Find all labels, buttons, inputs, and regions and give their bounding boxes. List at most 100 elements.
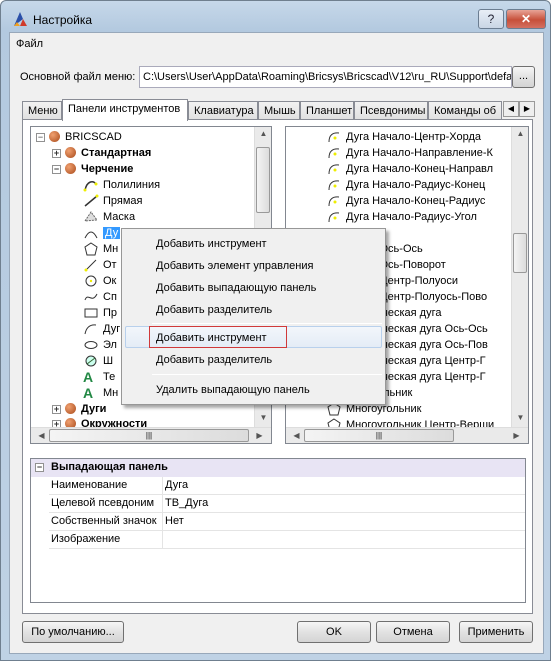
tab-scroll-left-icon[interactable]: ◀: [503, 101, 519, 117]
expand-icon[interactable]: +: [52, 405, 61, 414]
tree-item-line[interactable]: Прямая: [83, 193, 143, 209]
tree-item-partial[interactable]: Дуг: [83, 321, 120, 337]
toolbar-group-icon: [49, 131, 60, 142]
tab-commands[interactable]: Команды об: [428, 101, 502, 120]
menu-separator: [152, 323, 382, 324]
property-row[interactable]: Собственный значок Нет: [49, 513, 525, 531]
highlight-box: [149, 326, 287, 348]
tree-item-partial[interactable]: Пр: [83, 305, 117, 321]
tab-toolbars[interactable]: Панели инструментов: [62, 99, 188, 121]
close-button[interactable]: ✕: [506, 9, 546, 29]
spline-icon: [84, 293, 98, 301]
ok-button[interactable]: OK: [297, 621, 371, 643]
tab-keyboard[interactable]: Клавиатура: [188, 101, 258, 120]
tree-item-partial[interactable]: Ш: [83, 353, 113, 369]
toolbar-icon: [65, 403, 76, 414]
menu-add-tool[interactable]: Добавить инструмент: [156, 238, 267, 250]
scroll-up-icon[interactable]: ▲: [255, 129, 271, 138]
tree-item-arc-selected[interactable]: Ду: [83, 225, 121, 241]
menu-add-flyout[interactable]: Добавить выпадающую панель: [156, 282, 316, 294]
menu-add-separator[interactable]: Добавить разделитель: [156, 304, 272, 316]
property-row[interactable]: Изображение: [49, 531, 525, 549]
tree-node-root[interactable]: − BRICSCAD: [36, 129, 236, 145]
tool-list-item[interactable]: Дуга Начало-Центр-Хорда: [326, 129, 481, 145]
tab-scroll-right-icon[interactable]: ▶: [519, 101, 535, 117]
tool-list-item[interactable]: Дуга Начало-Направление-К: [326, 145, 493, 161]
context-menu: Добавить инструмент Добавить элемент упр…: [121, 228, 386, 405]
arc-icon: [328, 180, 340, 191]
expand-icon[interactable]: +: [52, 149, 61, 158]
hatch-icon: [85, 355, 97, 367]
arc-icon: [328, 196, 340, 207]
polyline-icon: [83, 181, 98, 192]
mtext-icon: A: [83, 385, 94, 402]
properties-grid: − Выпадающая панель Наименование Дуга Це…: [30, 458, 526, 603]
properties-title: Выпадающая панель: [51, 461, 168, 473]
tree-item-wipeout[interactable]: Маска: [83, 209, 135, 225]
collapse-icon[interactable]: −: [35, 463, 44, 472]
tool-list-item[interactable]: Дуга Начало-Конец-Направл: [326, 161, 493, 177]
tree-item-partial[interactable]: A Те: [83, 369, 115, 385]
menu-bar: Файл: [10, 35, 543, 53]
right-tree-hscroll[interactable]: ◀ ||| ▶: [286, 427, 528, 443]
tree-item-partial[interactable]: Мн: [83, 241, 118, 257]
properties-header[interactable]: − Выпадающая панель: [31, 459, 525, 477]
tree-node-label: Черчение: [81, 163, 134, 175]
help-button[interactable]: ?: [478, 9, 504, 29]
tree-item-partial[interactable]: Эл: [83, 337, 117, 353]
left-tree-hscroll[interactable]: ◀ ||| ▶: [31, 427, 271, 443]
menu-delete-flyout[interactable]: Удалить выпадающую панель: [156, 384, 310, 396]
scroll-thumb[interactable]: [513, 233, 527, 273]
window-title: Настройка: [33, 13, 93, 27]
property-row[interactable]: Целевой псевдоним TB_Дуга: [49, 495, 525, 513]
scroll-thumb[interactable]: |||: [304, 429, 454, 442]
tree-item-partial[interactable]: От: [83, 257, 117, 273]
scroll-left-icon[interactable]: ◀: [288, 431, 305, 440]
browse-button[interactable]: ...: [512, 66, 535, 88]
property-row[interactable]: Наименование Дуга: [49, 477, 525, 495]
circle-icon: [85, 275, 97, 287]
scroll-left-icon[interactable]: ◀: [33, 431, 50, 440]
defaults-button[interactable]: По умолчанию...: [22, 621, 124, 643]
arc-icon: [328, 132, 340, 143]
tree-node-label: Стандартная: [81, 147, 152, 159]
tree-item-partial[interactable]: Ок: [83, 273, 116, 289]
menu-add-separator-flyout[interactable]: Добавить разделитель: [156, 354, 272, 366]
arc-icon: [328, 148, 340, 159]
menu-add-control[interactable]: Добавить элемент управления: [156, 260, 313, 272]
tab-menu[interactable]: Меню: [22, 101, 62, 120]
scroll-thumb[interactable]: |||: [49, 429, 249, 442]
line-icon: [84, 194, 99, 207]
tree-item-partial[interactable]: Сп: [83, 289, 117, 305]
tool-list-item[interactable]: Дуга Начало-Конец-Радиус: [326, 193, 485, 209]
arc-icon: [328, 212, 340, 223]
main-file-field[interactable]: C:\Users\User\AppData\Roaming\Bricsys\Br…: [139, 66, 512, 88]
scroll-right-icon[interactable]: ▶: [251, 431, 268, 440]
tree-node-label: BRICSCAD: [65, 131, 122, 143]
arc-icon: [328, 164, 340, 175]
cancel-button[interactable]: Отмена: [376, 621, 450, 643]
right-tree-vscroll[interactable]: ▲ ▼: [511, 127, 528, 427]
tab-aliases[interactable]: Псевдонимы: [354, 101, 428, 120]
scroll-thumb[interactable]: [256, 147, 270, 213]
tool-list-item[interactable]: Дуга Начало-Радиус-Конец: [326, 177, 485, 193]
segment-icon: [84, 259, 97, 272]
menu-file[interactable]: Файл: [16, 38, 43, 50]
tab-tablet[interactable]: Планшет: [300, 101, 354, 120]
main-file-label: Основной файл меню:: [20, 71, 136, 83]
collapse-icon[interactable]: −: [52, 165, 61, 174]
tree-item-polyline[interactable]: Полилиния: [83, 177, 160, 193]
polygon-icon: [84, 242, 98, 256]
tool-list-item[interactable]: Дуга Начало-Радиус-Угол: [326, 209, 477, 225]
arc-icon: [84, 324, 97, 335]
tree-node-standard[interactable]: + Стандартная: [52, 145, 252, 161]
tree-node-drafting[interactable]: − Черчение: [52, 161, 252, 177]
apply-button[interactable]: Применить: [459, 621, 533, 643]
scroll-down-icon[interactable]: ▼: [255, 413, 271, 422]
scroll-down-icon[interactable]: ▼: [512, 413, 528, 422]
scroll-up-icon[interactable]: ▲: [512, 129, 528, 138]
scroll-right-icon[interactable]: ▶: [508, 431, 525, 440]
tree-item-partial[interactable]: A Мн: [83, 385, 118, 401]
tab-mouse[interactable]: Мышь: [258, 101, 300, 120]
collapse-icon[interactable]: −: [36, 133, 45, 142]
